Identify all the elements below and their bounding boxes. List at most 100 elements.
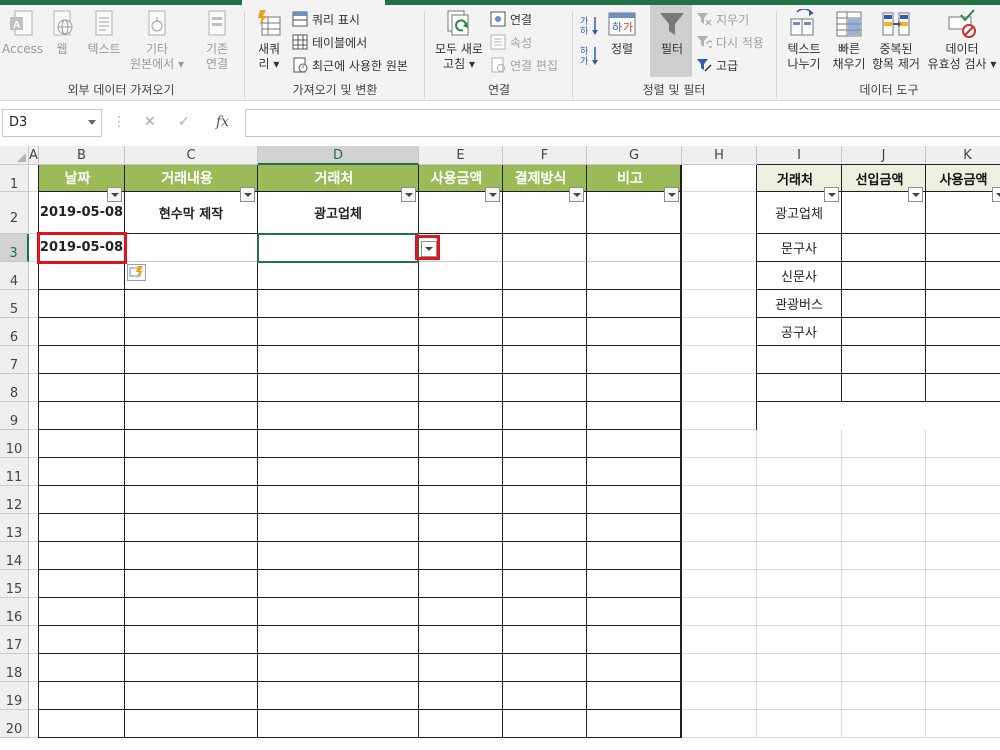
grid-cell[interactable]	[926, 458, 1000, 486]
row-header-9[interactable]: 9	[0, 402, 29, 430]
table-cell[interactable]	[587, 486, 682, 514]
table-cell[interactable]	[587, 430, 682, 458]
side-table-cell[interactable]	[926, 318, 1000, 346]
table-cell[interactable]	[258, 654, 419, 682]
table-cell[interactable]	[419, 192, 503, 234]
grid-cell[interactable]	[682, 430, 757, 458]
active-cell-d3[interactable]	[257, 233, 419, 263]
grid-cell[interactable]	[682, 374, 757, 402]
row-header-6[interactable]: 6	[0, 318, 29, 346]
side-table-cell[interactable]: 공구사	[757, 318, 842, 346]
side-table-cell[interactable]	[926, 346, 1000, 374]
grid-cell[interactable]	[682, 710, 757, 738]
grid-cell[interactable]	[842, 710, 926, 738]
table-cell[interactable]	[587, 570, 682, 598]
select-all-button[interactable]	[0, 146, 29, 165]
row-header-8[interactable]: 8	[0, 374, 29, 402]
table-cell[interactable]	[125, 682, 258, 710]
table-cell[interactable]	[39, 710, 125, 738]
side-table-cell[interactable]	[842, 346, 926, 374]
row-header-13[interactable]: 13	[0, 514, 29, 542]
table-cell[interactable]	[125, 486, 258, 514]
table-cell[interactable]	[503, 262, 587, 290]
grid-cell[interactable]	[682, 654, 757, 682]
table-cell[interactable]	[587, 318, 682, 346]
grid-cell[interactable]	[926, 626, 1000, 654]
column-header-a[interactable]: A	[29, 146, 39, 165]
refresh-all-button[interactable]: 모두 새로 고침 ▾	[430, 9, 488, 72]
row-header-5[interactable]: 5	[0, 290, 29, 318]
table-cell[interactable]	[125, 458, 258, 486]
grid-cell[interactable]	[757, 514, 842, 542]
reapply-button[interactable]: 다시 적용	[696, 32, 764, 52]
grid-cell[interactable]	[682, 486, 757, 514]
table-cell[interactable]	[503, 374, 587, 402]
grid-cell[interactable]	[757, 682, 842, 710]
side-table-cell[interactable]	[757, 346, 842, 374]
side-table-cell[interactable]	[842, 234, 926, 262]
grid-cell[interactable]	[926, 654, 1000, 682]
table-cell[interactable]	[503, 234, 587, 262]
table-cell[interactable]	[258, 290, 419, 318]
column-header-h[interactable]: H	[682, 146, 757, 165]
table-cell[interactable]	[503, 514, 587, 542]
other-sources-button[interactable]: 기타 원본에서 ▾	[126, 9, 188, 72]
side-table-cell[interactable]	[926, 374, 1000, 402]
row-header-16[interactable]: 16	[0, 598, 29, 626]
table-cell[interactable]	[125, 318, 258, 346]
side-table-header-cell[interactable]: 사용금액	[926, 165, 1000, 192]
table-cell[interactable]	[258, 570, 419, 598]
table-cell[interactable]	[503, 626, 587, 654]
autofill-options-icon[interactable]	[127, 264, 146, 281]
grid-cell[interactable]	[757, 626, 842, 654]
table-cell[interactable]	[419, 598, 503, 626]
grid-cell[interactable]	[757, 570, 842, 598]
table-cell[interactable]	[587, 346, 682, 374]
table-cell[interactable]	[503, 346, 587, 374]
table-cell[interactable]	[39, 682, 125, 710]
text-to-columns-button[interactable]: 텍스트 나누기	[780, 9, 828, 72]
row-header-4[interactable]: 4	[0, 262, 29, 290]
table-cell[interactable]	[258, 486, 419, 514]
side-table-cell[interactable]	[926, 262, 1000, 290]
table-cell[interactable]	[503, 570, 587, 598]
table-cell[interactable]	[39, 626, 125, 654]
table-cell[interactable]	[419, 514, 503, 542]
cancel-icon[interactable]: ✕	[144, 114, 156, 130]
table-cell[interactable]	[125, 374, 258, 402]
table-cell[interactable]	[125, 654, 258, 682]
table-cell[interactable]	[503, 486, 587, 514]
table-cell[interactable]	[39, 402, 125, 430]
table-cell[interactable]	[258, 542, 419, 570]
access-button[interactable]: A Access	[2, 9, 43, 57]
grid-cell[interactable]	[842, 486, 926, 514]
side-table-cell[interactable]: 광고업체	[757, 192, 842, 234]
grid-cell[interactable]	[682, 682, 757, 710]
from-table-button[interactable]: 테이블에서	[292, 32, 367, 52]
table-cell[interactable]	[125, 542, 258, 570]
table-cell[interactable]	[39, 458, 125, 486]
table-cell[interactable]	[258, 514, 419, 542]
table-cell[interactable]	[258, 598, 419, 626]
table-cell[interactable]	[587, 682, 682, 710]
table-cell[interactable]	[419, 374, 503, 402]
table-header-cell[interactable]: 거래내용	[125, 165, 258, 192]
table-cell[interactable]	[503, 598, 587, 626]
table-cell[interactable]	[125, 710, 258, 738]
filter-button[interactable]: 필터	[652, 9, 692, 57]
table-cell[interactable]	[258, 346, 419, 374]
table-cell[interactable]	[125, 570, 258, 598]
side-table-cell[interactable]	[757, 374, 842, 402]
column-header-f[interactable]: F	[503, 146, 587, 165]
show-queries-button[interactable]: 쿼리 표시	[292, 9, 360, 29]
side-table-cell[interactable]	[842, 262, 926, 290]
grid-cell[interactable]	[842, 654, 926, 682]
table-cell[interactable]: 광고업체	[258, 192, 419, 234]
grid-cell[interactable]	[682, 626, 757, 654]
table-cell[interactable]	[587, 374, 682, 402]
row-header-15[interactable]: 15	[0, 570, 29, 598]
row-header-11[interactable]: 11	[0, 458, 29, 486]
row-header-12[interactable]: 12	[0, 486, 29, 514]
table-cell[interactable]	[258, 402, 419, 430]
table-cell[interactable]	[503, 654, 587, 682]
